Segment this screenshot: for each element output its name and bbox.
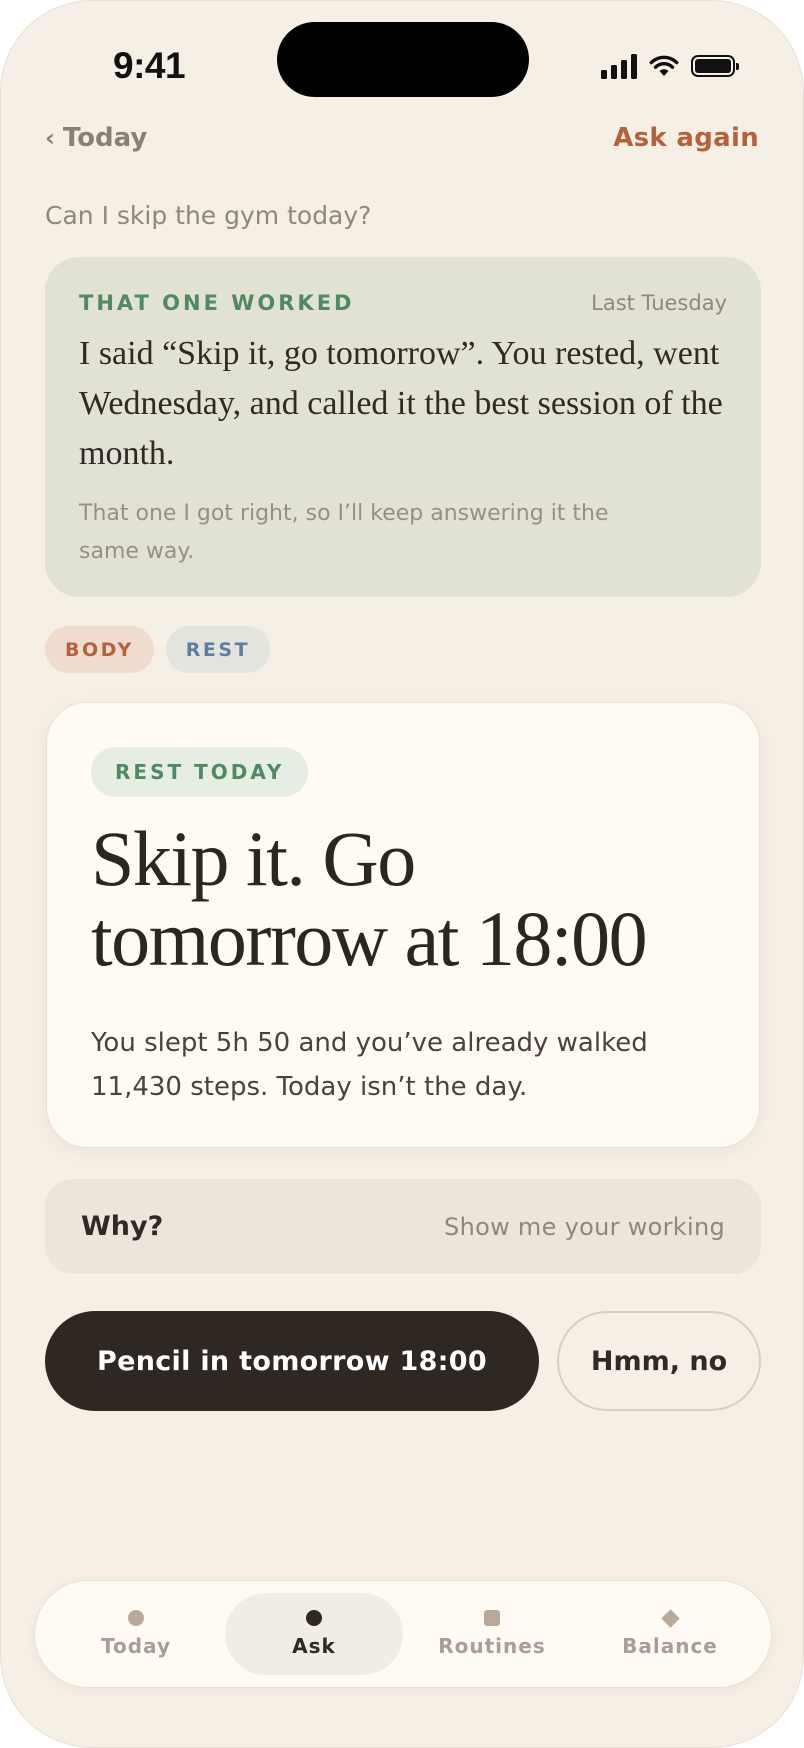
- chevron-left-icon: ‹: [45, 124, 55, 152]
- memory-date: Last Tuesday: [591, 291, 727, 315]
- why-label: Why?: [81, 1211, 164, 1242]
- question-text: Can I skip the gym today?: [45, 201, 372, 230]
- dot-icon: [306, 1610, 322, 1626]
- wifi-icon: [649, 55, 679, 76]
- battery-icon: [691, 55, 739, 77]
- back-button-label: Today: [62, 123, 148, 153]
- tab-label: Routines: [438, 1634, 546, 1658]
- answer-card: REST TODAY Skip it. Go tomorrow at 18:00…: [47, 703, 759, 1147]
- memory-header: THAT ONE WORKED Last Tuesday: [79, 291, 727, 315]
- dynamic-island: [277, 22, 529, 97]
- status-time: 9:41: [113, 45, 186, 86]
- phone-screen: 9:41 ‹ Today Ask again Can I skip the gy…: [0, 0, 804, 1748]
- chip-rest[interactable]: REST: [165, 626, 271, 673]
- memory-tag: THAT ONE WORKED: [79, 291, 355, 315]
- memory-note: That one I got right, so I’ll keep answe…: [79, 501, 609, 564]
- decline-button[interactable]: Hmm, no: [557, 1311, 761, 1411]
- memory-card: THAT ONE WORKED Last Tuesday I said “Ski…: [45, 257, 761, 597]
- status-icons: [601, 53, 739, 79]
- tab-label: Today: [101, 1634, 171, 1658]
- diamond-icon: [660, 1608, 680, 1628]
- tab-balance[interactable]: Balance: [581, 1593, 759, 1675]
- why-expander[interactable]: Why? Show me your working: [45, 1179, 761, 1274]
- memory-quote: I said “Skip it, go tomorrow”. You reste…: [79, 335, 723, 472]
- answer-body: You slept 5h 50 and you’ve already walke…: [91, 1028, 648, 1102]
- chip-body[interactable]: BODY: [45, 626, 154, 673]
- battery-level: [695, 59, 731, 73]
- tab-routines[interactable]: Routines: [403, 1593, 581, 1675]
- dot-icon: [128, 1610, 144, 1626]
- back-button[interactable]: ‹ Today: [45, 123, 147, 153]
- tab-ask[interactable]: Ask: [225, 1593, 403, 1675]
- square-icon: [484, 1610, 500, 1626]
- tab-bar: Today Ask Routines Balance: [35, 1581, 771, 1687]
- answer-title: Skip it. Go tomorrow at 18:00: [91, 815, 648, 982]
- cellular-signal-icon: [601, 53, 637, 79]
- tab-today[interactable]: Today: [47, 1593, 225, 1675]
- tab-label: Balance: [622, 1633, 718, 1658]
- ask-again-button[interactable]: Ask again: [613, 123, 759, 153]
- tab-label: Ask: [292, 1634, 336, 1658]
- why-hint: Show me your working: [444, 1212, 725, 1241]
- pencil-in-button[interactable]: Pencil in tomorrow 18:00: [45, 1311, 539, 1411]
- verdict-badge: REST TODAY: [91, 747, 309, 797]
- topic-chips: BODY REST: [45, 626, 271, 673]
